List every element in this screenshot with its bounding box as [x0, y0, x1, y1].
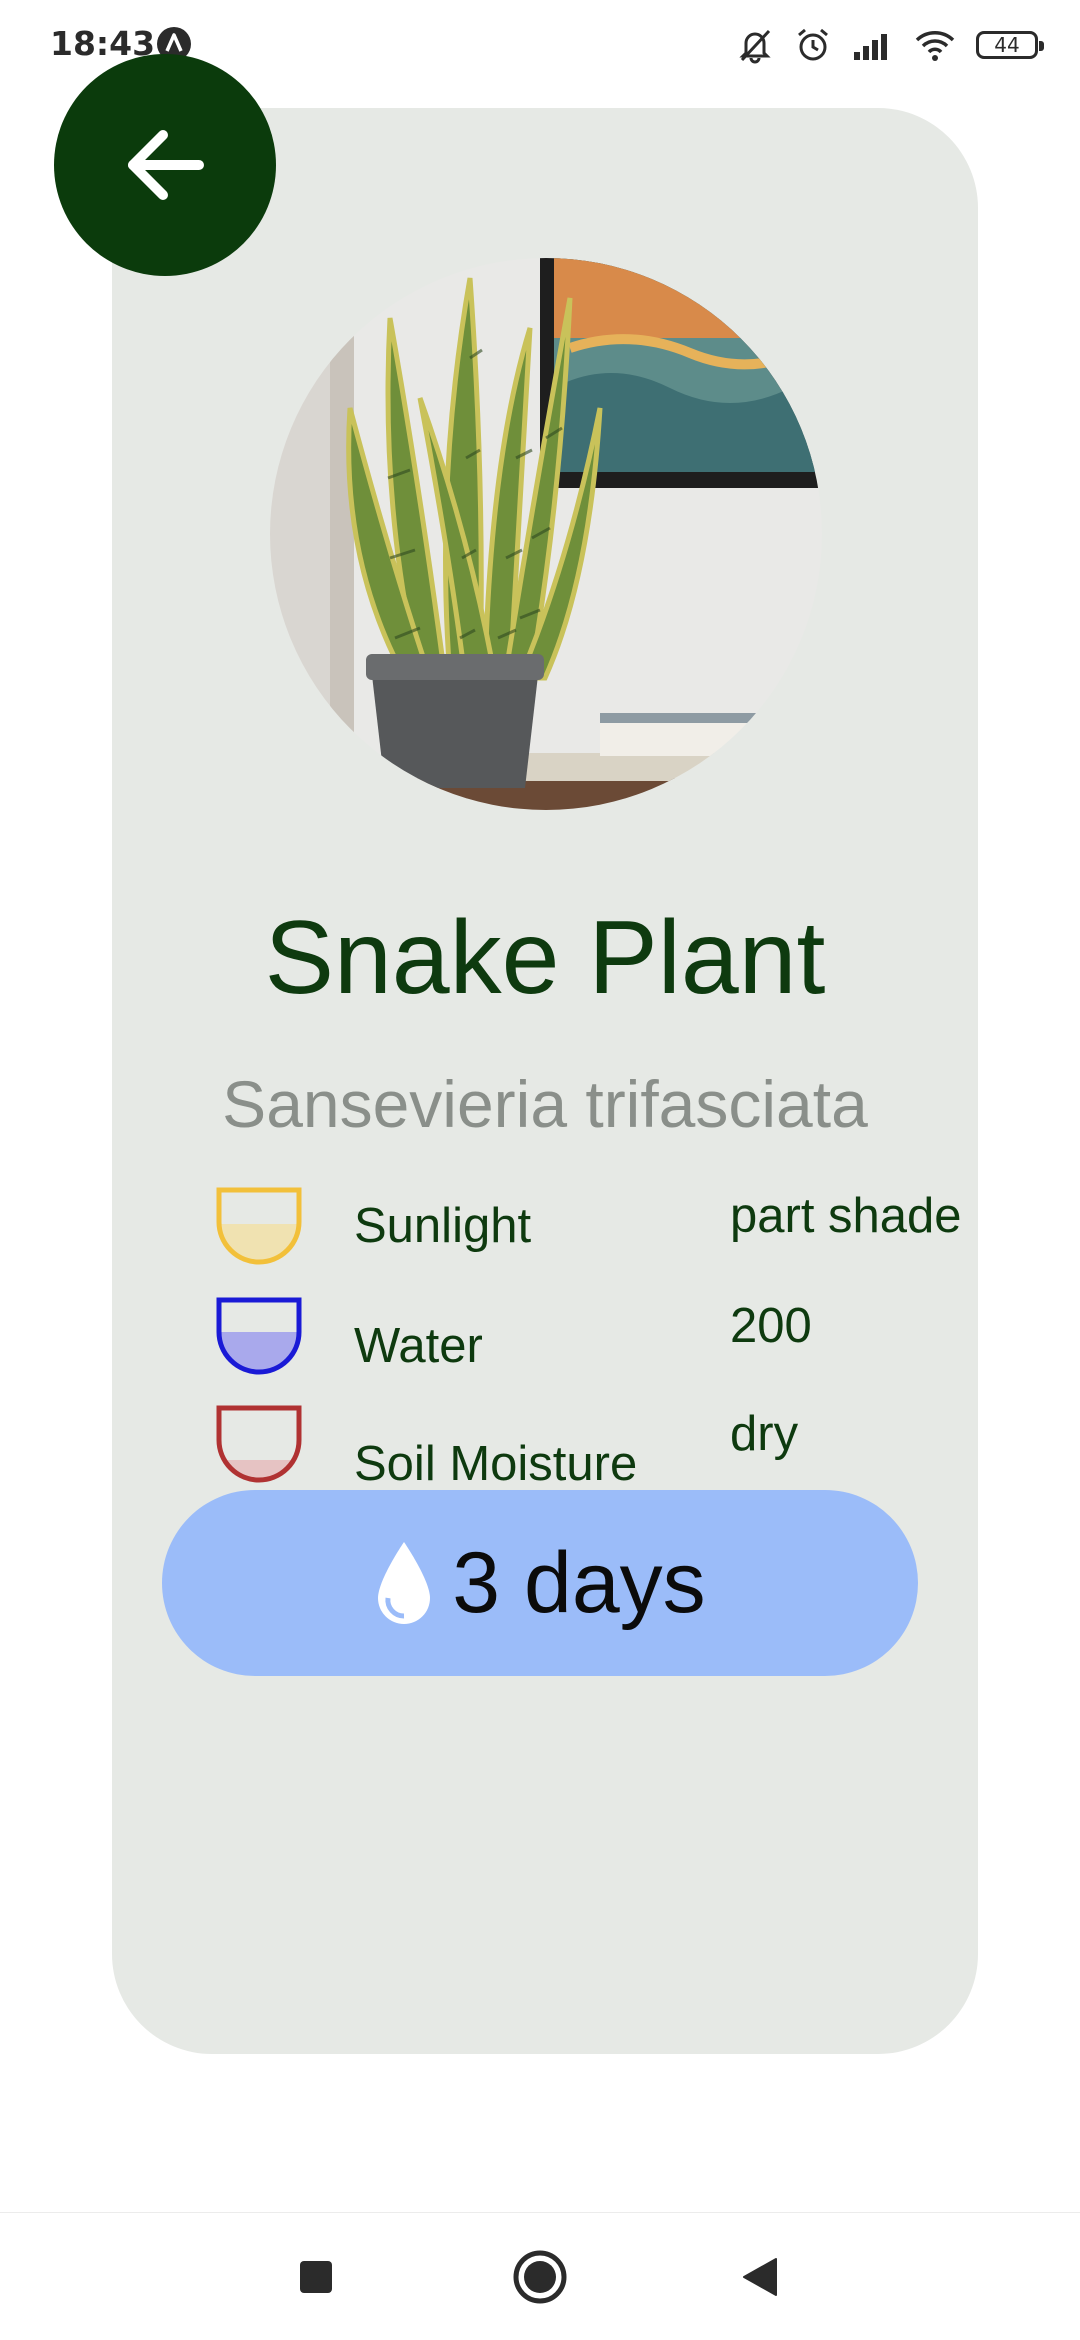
- system-navigation-bar: [0, 2212, 1080, 2340]
- care-value-sunlight: part shade: [730, 1189, 962, 1243]
- wifi-icon: [915, 31, 955, 61]
- soil-cup-icon: [216, 1405, 302, 1483]
- watering-schedule-button[interactable]: 3 days: [162, 1490, 918, 1676]
- battery-level: 44: [994, 33, 1020, 57]
- care-value-water: 200: [730, 1299, 812, 1353]
- plant-scientific-name: Sansevieria trifasciata: [222, 1067, 868, 1141]
- recents-button[interactable]: [256, 2213, 376, 2340]
- battery-icon: 44: [976, 31, 1044, 59]
- water-drop-icon: [378, 1542, 431, 1624]
- back-button[interactable]: [54, 54, 276, 276]
- plant-name: Snake Plant: [264, 900, 826, 1016]
- mute-icon: [739, 29, 771, 64]
- plant-detail-screen: 18:43 44 Snake Plant Sansevieria trifasc…: [0, 0, 1080, 2340]
- care-label-soil-moisture: Soil Moisture: [354, 1437, 638, 1491]
- plant-photo: [270, 258, 822, 810]
- back-nav-button[interactable]: [700, 2213, 820, 2340]
- recents-square-icon: [300, 2261, 332, 2293]
- home-button[interactable]: [480, 2213, 600, 2340]
- alarm-icon: [798, 28, 828, 61]
- status-icons: 44: [736, 22, 1044, 68]
- home-circle-icon: [513, 2250, 567, 2304]
- sunlight-cup-icon: [216, 1187, 302, 1265]
- care-row-water: Water 200: [0, 1296, 1080, 1396]
- care-row-soil-moisture: Soil Moisture dry: [0, 1404, 1080, 1504]
- arrow-left-icon: [128, 130, 204, 200]
- back-triangle-icon: [743, 2258, 777, 2296]
- care-value-soil-moisture: dry: [730, 1407, 799, 1461]
- signal-icon: [854, 34, 887, 60]
- watering-interval-text: 3 days: [452, 1535, 706, 1631]
- care-label-sunlight: Sunlight: [354, 1199, 532, 1253]
- water-cup-icon: [216, 1297, 302, 1375]
- care-row-sunlight: Sunlight part shade: [0, 1186, 1080, 1286]
- care-label-water: Water: [354, 1319, 483, 1373]
